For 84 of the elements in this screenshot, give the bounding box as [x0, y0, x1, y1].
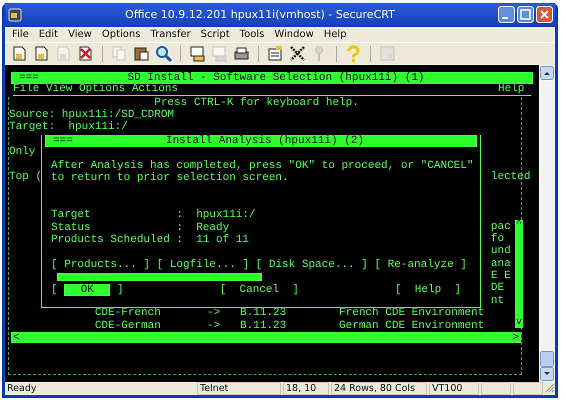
- field-separator: :: [176, 209, 184, 222]
- action-button[interactable]: [ Products... ]: [51, 258, 150, 272]
- menu-item[interactable]: Transfer: [145, 28, 196, 40]
- text-fragment: pac: [490, 220, 511, 233]
- title-mark: ===: [52, 134, 74, 147]
- text-fragment: nt: [490, 294, 504, 308]
- printer-icon[interactable]: [233, 45, 250, 62]
- text-fragment: E E: [490, 270, 511, 282]
- resize-grip-icon: [545, 383, 555, 394]
- screen-menu-item[interactable]: Options: [79, 84, 126, 96]
- product-description: French CDE Environment: [339, 307, 486, 320]
- scroll-left-arrow[interactable]: <: [11, 332, 22, 344]
- status-text: 24 Rows, 80 Cols: [331, 382, 427, 395]
- status-panel: [513, 382, 543, 395]
- product-revision: B.11.23: [240, 307, 288, 320]
- text-fragment: lected: [490, 170, 530, 184]
- action-button[interactable]: [ Logfile... ]: [156, 258, 250, 272]
- status-text: 18, 10: [283, 382, 329, 395]
- screen-menu-item[interactable]: Help: [498, 84, 524, 96]
- field-separator: :: [176, 234, 184, 246]
- horizontal-scrollbar[interactable]: < >: [11, 332, 521, 344]
- keyboard-hint: Press CTRL-K for keyboard help.: [153, 96, 359, 109]
- status-panel: [481, 382, 511, 395]
- menu-item[interactable]: Tools: [234, 28, 270, 40]
- screen-menu-item[interactable]: Actions: [132, 84, 178, 96]
- dialog-button[interactable]: [ Help ]: [395, 284, 461, 296]
- scroll-down-button[interactable]: [540, 366, 554, 381]
- menu-item[interactable]: Edit: [34, 28, 64, 40]
- product-description: German CDE Environment: [339, 320, 486, 332]
- menu-item[interactable]: Window: [269, 28, 319, 40]
- text-fragment: DE: [490, 282, 504, 295]
- app-icon: [8, 8, 22, 22]
- product-name: CDE-German: [94, 320, 162, 332]
- arrow-text: ->: [207, 320, 222, 332]
- text-fragment: ana: [490, 258, 511, 270]
- scrollbar-thumb[interactable]: [540, 350, 554, 367]
- form-icon[interactable]: [267, 45, 284, 62]
- dialog-button[interactable]: [ Cancel ]: [220, 284, 299, 296]
- search-icon[interactable]: [155, 45, 172, 62]
- status-text: VT100: [429, 382, 479, 395]
- status-text: Telnet: [197, 382, 281, 395]
- menu-item[interactable]: Options: [96, 28, 146, 40]
- screen-title: SD Install - Software Selection (hpux11i) (1): [126, 72, 426, 84]
- target-line: Target: hpux11i:/: [9, 121, 128, 134]
- field-value: Ready: [196, 222, 230, 234]
- arrow-text: ->: [207, 307, 222, 320]
- scroll-right-arrow[interactable]: >: [510, 332, 521, 344]
- field-label: Status: [50, 222, 92, 234]
- screen-menu-item[interactable]: View: [46, 84, 72, 96]
- monitor-icon[interactable]: [189, 45, 206, 62]
- menu-item[interactable]: Script: [196, 28, 235, 40]
- field-separator: :: [176, 222, 184, 234]
- screen-menu-item[interactable]: File: [13, 84, 40, 96]
- product-name: CDE-French: [94, 307, 162, 320]
- maximize-button[interactable]: [517, 6, 534, 24]
- field-value: hpux11i:/: [196, 209, 256, 222]
- close-button[interactable]: [536, 6, 553, 24]
- text-fragment: Top (: [9, 170, 42, 184]
- scroll-down-arrow[interactable]: v: [514, 318, 524, 328]
- text-fragment: Only: [9, 146, 36, 159]
- menu-item[interactable]: Help: [318, 28, 352, 40]
- scrollbar[interactable]: [539, 64, 555, 382]
- text-fragment: und: [490, 245, 511, 258]
- action-button[interactable]: [ Disk Space... ]: [256, 258, 368, 272]
- source-line: Source: hpux11i:/SD_CDROM: [9, 109, 174, 121]
- text-fragment: fo: [490, 232, 504, 245]
- menu-item[interactable]: View: [63, 28, 97, 40]
- dialog-message: After Analysis has completed, press "OK" to proceed, or "CANCEL" to return to prior selection screen.: [50, 160, 474, 184]
- window-title: Office 10.9.12.201 hpux11i(vmhost) - SecureCRT: [124, 8, 396, 22]
- product-revision: B.11.23: [240, 320, 288, 332]
- field-value: 11 of 11: [196, 234, 250, 246]
- field-label: Products Scheduled: [50, 234, 171, 246]
- title-mark: ===: [19, 72, 40, 84]
- menu-item[interactable]: File: [7, 28, 34, 40]
- scroll-up-button[interactable]: [540, 66, 554, 80]
- action-button[interactable]: [ Re-analyze ]: [374, 258, 467, 272]
- document-icon[interactable]: [11, 45, 28, 62]
- clipboard-icon[interactable]: [133, 45, 150, 62]
- status-text: Ready: [6, 382, 38, 394]
- document-icon[interactable]: [33, 45, 50, 62]
- field-label: Target: [50, 209, 92, 222]
- cross-icon[interactable]: [77, 45, 94, 62]
- minimize-button[interactable]: [498, 6, 515, 24]
- dialog-title: Install Analysis (hpux11i) (2): [164, 134, 366, 147]
